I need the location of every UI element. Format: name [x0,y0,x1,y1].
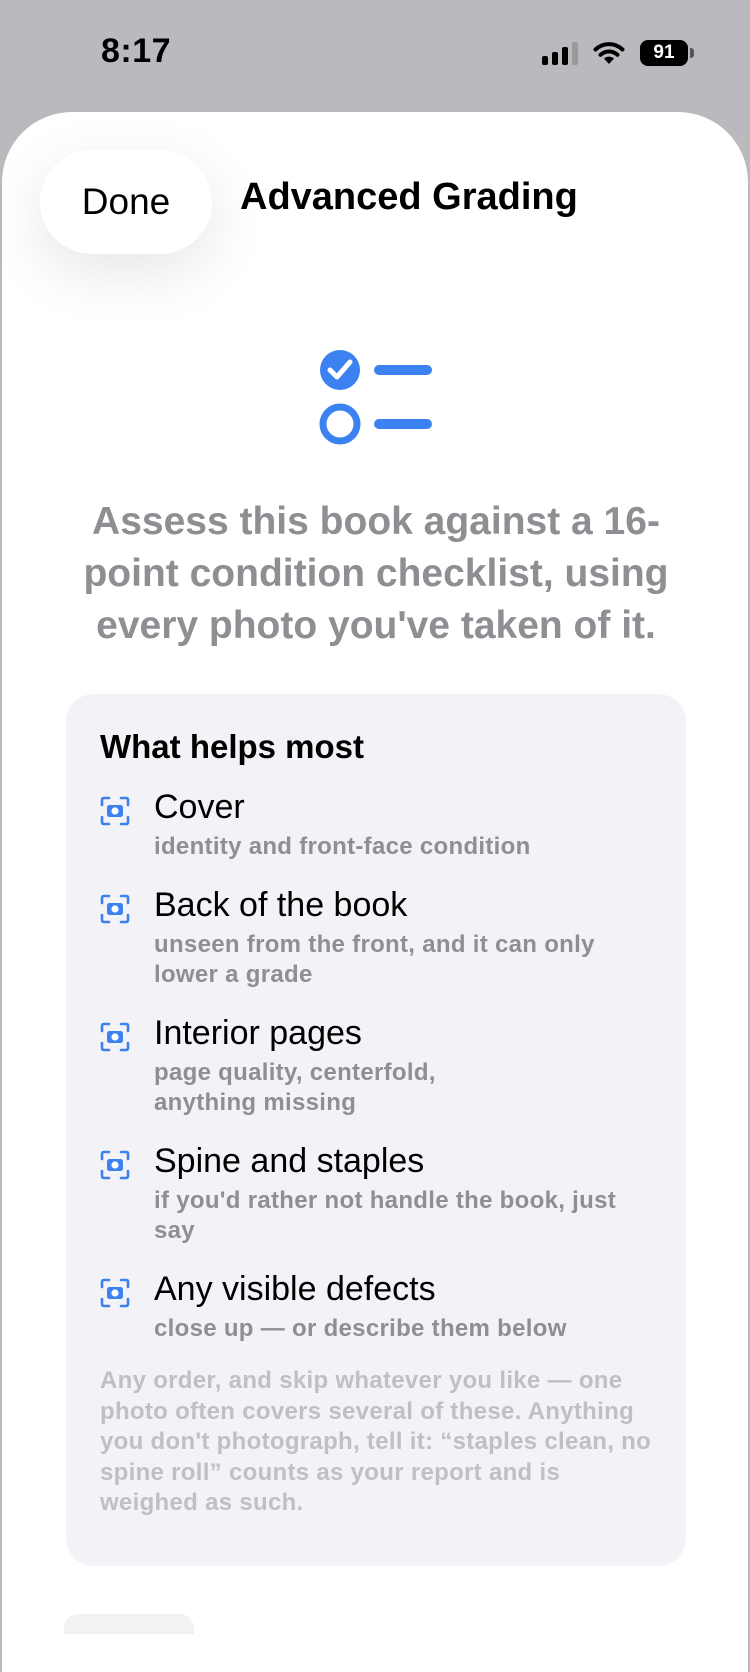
tips-heading: What helps most [100,728,365,765]
tip-title: Cover [154,788,245,826]
tip-description: page quality, centerfold, anything missi… [154,1059,436,1116]
intro-text: Assess this book against a 16-point cond… [83,500,669,647]
battery-icon: 91 [640,40,694,66]
tip-title: Spine and staples [154,1142,425,1180]
tip-description: unseen from the front, and it can only l… [154,931,595,988]
wifi-icon [593,42,625,64]
status-icons: 91 [542,40,694,66]
camera-viewfinder-icon [100,1278,130,1308]
camera-viewfinder-icon [100,1150,130,1180]
status-bar: 8:17 91 [0,0,750,112]
tip-description: if you'd rather not handle the book, jus… [154,1187,617,1244]
tip-item: Any visible defects close up — or descri… [100,1268,652,1344]
tip-title: Back of the book [154,886,408,924]
tips-card: What helps most Cover identity and front… [66,694,686,1566]
camera-viewfinder-icon [100,894,130,924]
tip-description: close up — or describe them below [154,1315,567,1342]
camera-viewfinder-icon [100,1022,130,1052]
tip-description: identity and front-face condition [154,833,531,860]
tip-item: Back of the book unseen from the front, … [100,884,652,990]
tip-title: Any visible defects [154,1270,436,1308]
tip-title: Interior pages [154,1014,362,1052]
signal-icon [542,41,578,65]
advanced-grading-sheet: Done Advanced Grading Assess this book a… [2,112,748,1672]
tips-footnote: Any order, and skip whatever you like — … [100,1367,652,1516]
bottom-element-peek [64,1614,194,1634]
tip-item: Spine and staples if you'd rather not ha… [100,1140,652,1246]
tip-item: Interior pages page quality, centerfold,… [100,1012,652,1118]
tip-item: Cover identity and front-face condition [100,786,652,862]
status-time: 8:17 [101,32,172,70]
done-button[interactable]: Done [40,150,212,254]
camera-viewfinder-icon [100,796,130,826]
sheet-title: Advanced Grading [240,176,578,218]
checklist-icon [319,350,432,445]
